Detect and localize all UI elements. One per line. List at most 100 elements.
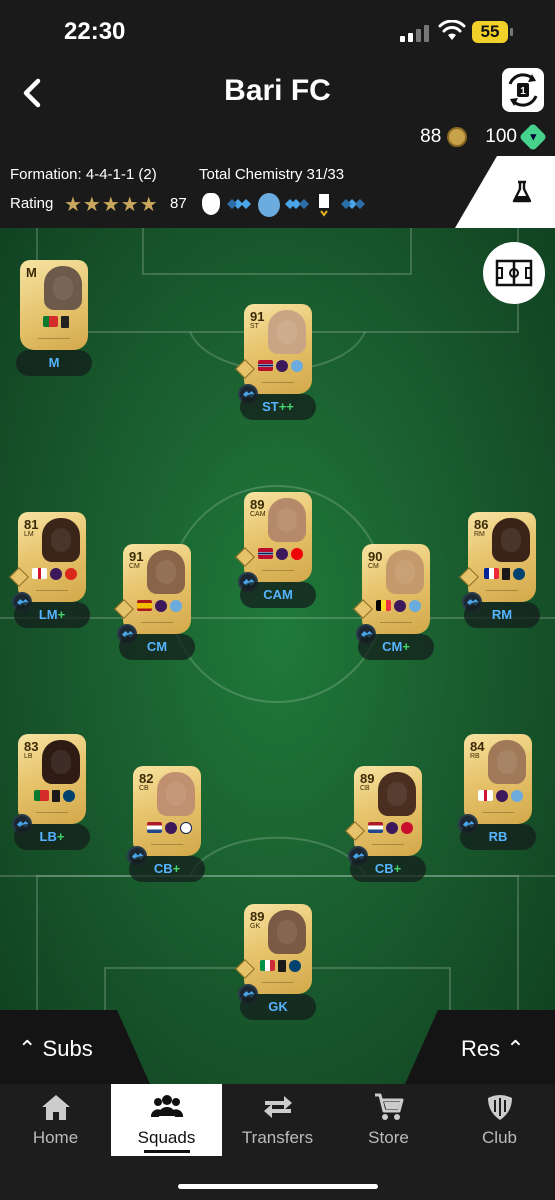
player-card[interactable]: 84 RB	[464, 734, 532, 824]
player-portrait	[378, 772, 416, 816]
transfers-icon	[264, 1096, 292, 1118]
card-flags	[252, 360, 308, 374]
player-card[interactable]: 91 CM	[123, 544, 191, 634]
card-rating: 91	[250, 309, 265, 324]
player-portrait	[268, 910, 306, 954]
position-plus: +	[56, 829, 65, 844]
position-pill: M	[16, 350, 92, 376]
position-pill: RM	[464, 602, 540, 628]
position-plus: +	[172, 861, 181, 876]
nav-label: Transfers	[241, 1128, 314, 1147]
battery-tip	[510, 28, 513, 36]
player-card[interactable]: M	[20, 260, 88, 350]
card-flags	[370, 600, 426, 614]
player-card[interactable]: 90 CM	[362, 544, 430, 634]
nav-store[interactable]: Store	[333, 1084, 444, 1156]
card-bar	[262, 382, 294, 388]
position-label: LB	[39, 829, 57, 844]
nav-label: Club	[482, 1128, 517, 1147]
position-label: GK	[268, 999, 288, 1014]
position-label: CB	[374, 861, 394, 876]
player-portrait	[42, 518, 80, 562]
card-flags	[252, 960, 308, 974]
res-text: Res	[461, 1036, 501, 1061]
swap-icon: 1	[508, 73, 538, 107]
card-flags	[26, 568, 82, 582]
ligue1-icon	[316, 193, 332, 217]
card-bar	[36, 590, 68, 596]
squad-swap-button[interactable]: 1	[502, 68, 544, 112]
points-value: 100	[485, 126, 517, 147]
rating-stars: ★★★★★	[64, 194, 159, 216]
nav-home[interactable]: Home	[0, 1084, 111, 1156]
position-label: RM	[491, 607, 513, 622]
pitch-view-icon	[495, 259, 533, 287]
card-flags	[252, 548, 308, 562]
player-portrait	[268, 310, 306, 354]
currency-display: 88 100 ▼	[420, 122, 548, 152]
card-bar	[262, 982, 294, 988]
card-position: CAM	[250, 511, 266, 518]
card-bar	[482, 812, 514, 818]
player-card[interactable]: 86 RM	[468, 512, 536, 602]
position-label: LM	[38, 607, 58, 622]
player-portrait	[44, 266, 82, 310]
card-bar	[486, 590, 518, 596]
player-card[interactable]: 81 LM	[18, 512, 86, 602]
player-portrait	[488, 740, 526, 784]
chem-diamonds-icon	[284, 193, 312, 217]
card-rating: 89	[250, 909, 265, 924]
nav-label: Squads	[137, 1128, 196, 1147]
position-label: CAM	[263, 587, 293, 602]
svg-text:1: 1	[520, 86, 526, 97]
premier-league-icon	[202, 193, 220, 215]
card-rating: 89	[250, 497, 265, 512]
player-card[interactable]: 89 GK	[244, 904, 312, 994]
card-position: RB	[470, 753, 480, 760]
nav-club[interactable]: Club	[444, 1084, 555, 1156]
nav-squads[interactable]: Squads	[111, 1084, 222, 1156]
player-portrait	[492, 518, 530, 562]
position-label: CB	[153, 861, 173, 876]
card-rating: 91	[129, 549, 144, 564]
player-card[interactable]: 82 CB	[133, 766, 201, 856]
wifi-icon	[438, 20, 466, 40]
bottom-nav: Home Squads Transfers Store Club	[0, 1084, 555, 1200]
card-bar	[372, 844, 404, 850]
card-flags	[476, 568, 532, 582]
status-bar: 22:30 55	[0, 0, 555, 60]
chem-diamonds-icon	[340, 193, 368, 217]
card-position: CM	[368, 563, 379, 570]
position-plus: ++	[278, 399, 294, 414]
pitch-view-toggle[interactable]	[483, 242, 545, 304]
player-card[interactable]: 83 LB	[18, 734, 86, 824]
battery-indicator: 55	[472, 21, 508, 43]
player-card[interactable]: 89 CAM	[244, 492, 312, 582]
points-icon: ▼	[518, 122, 548, 152]
nav-label: Store	[368, 1128, 409, 1147]
card-rating: 82	[139, 771, 154, 786]
position-pill: CB+	[350, 856, 426, 882]
nav-transfers[interactable]: Transfers	[222, 1084, 333, 1156]
position-pill: ST++	[240, 394, 316, 420]
lab-button[interactable]	[455, 156, 555, 228]
card-position: ST	[250, 323, 259, 330]
card-rating: 81	[24, 517, 39, 532]
position-pill: CM+	[358, 634, 434, 660]
player-portrait	[386, 550, 424, 594]
player-card[interactable]: 91 ST	[244, 304, 312, 394]
player-portrait	[268, 498, 306, 542]
card-position: RM	[474, 531, 485, 538]
position-pill: CAM	[240, 582, 316, 608]
position-pill: CB+	[129, 856, 205, 882]
status-time: 22:30	[64, 18, 126, 45]
card-bar	[380, 622, 412, 628]
card-rating: 83	[24, 739, 39, 754]
player-card[interactable]: 89 CB	[354, 766, 422, 856]
rating-value: 87	[170, 195, 187, 212]
card-rating: 84	[470, 739, 485, 754]
card-rating: 89	[360, 771, 375, 786]
coins-value: 88	[420, 126, 442, 147]
card-flags	[362, 822, 418, 836]
card-position: CB	[139, 785, 149, 792]
